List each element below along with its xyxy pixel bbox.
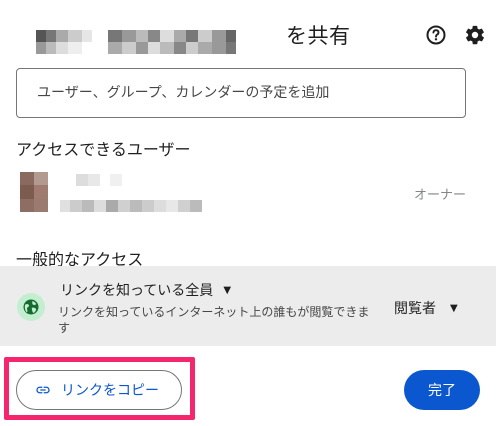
caret-down-icon: ▼ [450,302,458,314]
general-access-setting: リンクを知っている全員 [60,283,214,299]
help-circle-icon[interactable] [423,22,449,48]
add-people-field[interactable] [16,68,466,118]
redacted-file-name [36,30,236,42]
owner-row: オーナー [16,168,486,220]
copy-link-button[interactable]: リンクをコピー [16,370,182,410]
redacted-file-name-2 [36,42,236,54]
gear-icon[interactable] [462,22,488,48]
redacted-owner-email [60,200,202,212]
title-suffix: を共有 [286,24,351,48]
general-access-description: リンクを知っているインターネット上の誰もが閲覧できます [58,305,370,335]
avatar [20,172,48,212]
role-label: 閲覧者 [394,301,436,317]
add-people-input[interactable] [37,85,465,101]
link-icon [36,386,50,394]
general-access-panel: リンクを知っている全員 ▼ リンクを知っているインターネット上の誰もが閲覧できま… [0,266,496,346]
globe-icon [17,293,45,321]
general-access-dropdown[interactable]: リンクを知っている全員 ▼ [60,280,231,300]
copy-link-label: リンクをコピー [61,383,159,399]
caret-down-icon: ▼ [223,284,232,296]
owner-role-label: オーナー [413,188,466,203]
redacted-owner-name [60,174,122,186]
share-dialog: を共有 アクセスできるユーザー [0,0,496,426]
people-with-access-heading: アクセスできるユーザー [16,140,191,159]
done-button[interactable]: 完了 [404,370,480,410]
role-dropdown[interactable]: 閲覧者 ▼ [394,298,458,318]
